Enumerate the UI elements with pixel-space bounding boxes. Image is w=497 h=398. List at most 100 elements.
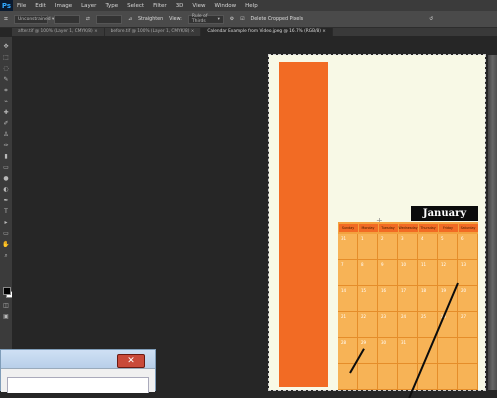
- menu-filter[interactable]: Filter: [153, 3, 167, 9]
- foreground-color-swatch[interactable]: [3, 287, 11, 295]
- calendar-cell: 14: [338, 286, 358, 312]
- healing-tool-icon[interactable]: ✚: [2, 109, 10, 117]
- calendar-cell: 5: [438, 234, 458, 260]
- calendar-cell: 15: [358, 286, 378, 312]
- window-edge: [488, 55, 497, 390]
- crop-icon[interactable]: ⌗: [4, 15, 8, 24]
- calendar-date: 15: [361, 288, 367, 293]
- calendar-cell: 3: [398, 234, 418, 260]
- gear-icon[interactable]: ⚙: [230, 17, 234, 22]
- day-header: Wednesday: [398, 224, 418, 232]
- calendar-date: 5: [441, 236, 444, 241]
- tab-before[interactable]: before.tif @ 100% (Layer 1, CMYK/8) ×: [105, 28, 202, 36]
- calendar-date: 22: [361, 314, 367, 319]
- menu-select[interactable]: Select: [127, 3, 144, 9]
- quick-mask-icon[interactable]: ◫: [2, 302, 10, 310]
- move-tool-icon[interactable]: ✥: [2, 43, 10, 51]
- calendar-date: 31: [341, 236, 347, 241]
- day-header: Tuesday: [378, 224, 398, 232]
- calendar-date: 3: [401, 236, 404, 241]
- menu-layer[interactable]: Layer: [81, 3, 96, 9]
- calendar-cell: 1: [358, 234, 378, 260]
- straighten-icon[interactable]: ⊿: [128, 17, 132, 22]
- shape-tool-icon[interactable]: ▭: [2, 230, 10, 238]
- marquee-tool-icon[interactable]: ⬚: [2, 54, 10, 62]
- calendar-cell: 31: [398, 338, 418, 364]
- calendar-cell: 8: [358, 260, 378, 286]
- menu-type[interactable]: Type: [105, 3, 118, 9]
- calendar-date: 20: [461, 288, 467, 293]
- calendar-date: 12: [441, 262, 447, 267]
- tab-before-label: before.tif @ 100% (Layer 1, CMYK/8): [110, 29, 190, 34]
- crop-tool-icon[interactable]: ⌗: [2, 87, 10, 95]
- document-tabs: after.tif @ 100% (Layer 1, CMYK/8) × bef…: [12, 28, 497, 36]
- menu-view[interactable]: View: [192, 3, 205, 9]
- menu-edit[interactable]: Edit: [35, 3, 46, 9]
- dialog-body: [1, 368, 155, 393]
- eyedropper-tool-icon[interactable]: ⌁: [2, 98, 10, 106]
- gradient-tool-icon[interactable]: ▭: [2, 164, 10, 172]
- height-field[interactable]: [95, 14, 122, 24]
- delete-cropped-checkbox[interactable]: ☑: [240, 17, 244, 22]
- swap-icon[interactable]: ⇄: [86, 17, 90, 22]
- view-label: View:: [169, 16, 182, 22]
- calendar-cell: 4: [418, 234, 438, 260]
- pen-tool-icon[interactable]: ✒: [2, 197, 10, 205]
- calendar-cell: 9: [378, 260, 398, 286]
- calendar-cell: [438, 364, 458, 390]
- orange-sidebar-graphic: [279, 62, 328, 387]
- calendar-cell: 23: [378, 312, 398, 338]
- menu-file[interactable]: File: [17, 3, 26, 9]
- brush-tool-icon[interactable]: ✐: [2, 120, 10, 128]
- calendar-cell: 10: [398, 260, 418, 286]
- screen-mode-icon[interactable]: ▣: [2, 313, 10, 321]
- zoom-tool-icon[interactable]: ⌕: [2, 252, 10, 260]
- dodge-tool-icon[interactable]: ◐: [2, 186, 10, 194]
- view-dropdown[interactable]: Rule of Thirds ▾: [187, 14, 224, 24]
- calendar-cell: [378, 364, 398, 390]
- path-select-tool-icon[interactable]: ▸: [2, 219, 10, 227]
- history-brush-tool-icon[interactable]: ✑: [2, 142, 10, 150]
- type-tool-icon[interactable]: T: [2, 208, 10, 216]
- calendar-date: 29: [361, 340, 367, 345]
- eraser-tool-icon[interactable]: ▮: [2, 153, 10, 161]
- straighten-label[interactable]: Straighten: [138, 17, 163, 22]
- calendar-date: 9: [381, 262, 384, 267]
- calendar-date: 24: [401, 314, 407, 319]
- menu-3d[interactable]: 3D: [176, 3, 184, 9]
- menu-window[interactable]: Window: [214, 3, 236, 9]
- lasso-tool-icon[interactable]: ◌: [2, 65, 10, 73]
- tab-after[interactable]: after.tif @ 100% (Layer 1, CMYK/8) ×: [12, 28, 105, 36]
- tab-after-label: after.tif @ 100% (Layer 1, CMYK/8): [18, 29, 93, 34]
- calendar-date: 30: [381, 340, 387, 345]
- view-value: Rule of Thirds: [191, 14, 208, 24]
- calendar-cell: 17: [398, 286, 418, 312]
- reset-icon[interactable]: ↺: [429, 17, 433, 22]
- calendar-date: 28: [341, 340, 347, 345]
- calendar-date: 2: [381, 236, 384, 241]
- calendar-cell: 11: [418, 260, 438, 286]
- tab-calendar[interactable]: Calendar Example from Video.jpeg @ 16.7%…: [201, 28, 333, 36]
- calendar-date: 1: [361, 236, 364, 241]
- calendar-date: 7: [341, 262, 344, 267]
- calendar-date: 25: [421, 314, 427, 319]
- calendar-cell: [338, 364, 358, 390]
- menu-help[interactable]: Help: [245, 3, 258, 9]
- calendar-cell: 30: [378, 338, 398, 364]
- calendar-cell: 31: [338, 234, 358, 260]
- calendar-cell: [358, 364, 378, 390]
- hand-tool-icon[interactable]: ✋: [2, 241, 10, 249]
- close-icon[interactable]: ✕: [117, 354, 145, 368]
- ratio-dropdown[interactable]: Unconstrained ▾: [13, 14, 54, 24]
- stamp-tool-icon[interactable]: ♙: [2, 131, 10, 139]
- width-field[interactable]: [53, 14, 80, 24]
- blur-tool-icon[interactable]: ●: [2, 175, 10, 183]
- calendar-cell: 2: [378, 234, 398, 260]
- calendar-date: 13: [461, 262, 467, 267]
- menu-image[interactable]: Image: [55, 3, 72, 9]
- calendar-cell: 22: [358, 312, 378, 338]
- calendar-cell: [458, 364, 478, 390]
- options-bar: ⌗ Unconstrained ▾ ⇄ ⊿ Straighten View: R…: [0, 11, 497, 28]
- quick-select-tool-icon[interactable]: ✎: [2, 76, 10, 84]
- day-header: Monday: [358, 224, 378, 232]
